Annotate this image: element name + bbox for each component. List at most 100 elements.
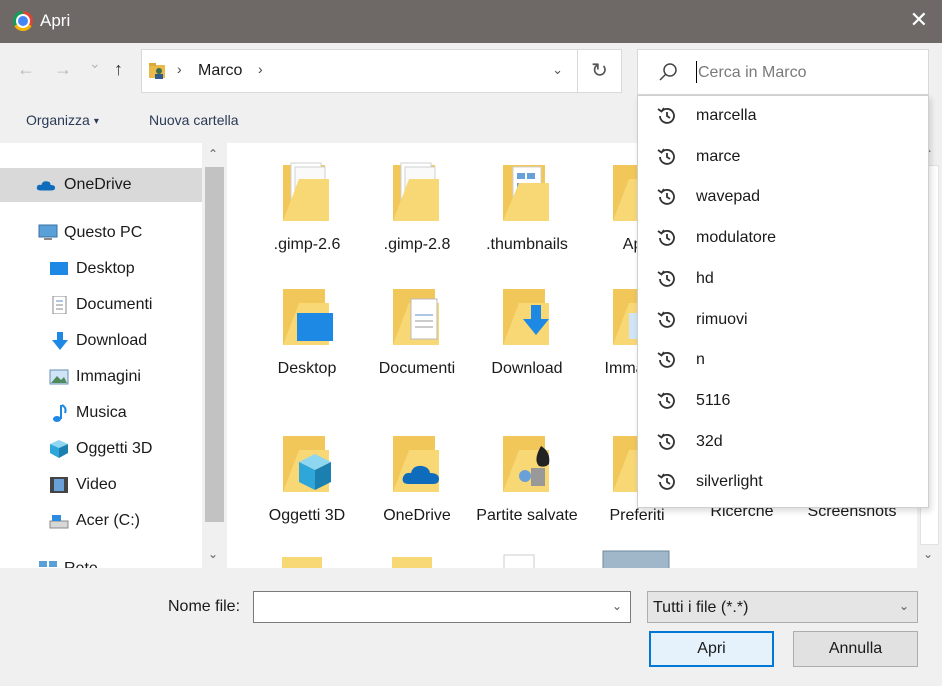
file-icon — [503, 554, 535, 568]
history-icon — [657, 351, 675, 368]
folder-saved-games[interactable]: Partite salvate — [472, 432, 582, 527]
folder-name: Download — [491, 360, 563, 377]
sidebar-item-label: Musica — [76, 404, 127, 421]
cancel-button[interactable]: Annulla — [793, 631, 918, 667]
folder-name: Oggetti 3D — [268, 507, 346, 524]
saved-games-folder-icon — [503, 436, 550, 492]
user-folder-icon — [149, 63, 165, 79]
sidebar-item-this-pc[interactable]: Questo PC — [0, 216, 202, 250]
sidebar-item-onedrive[interactable]: OneDrive — [0, 168, 202, 202]
close-icon[interactable]: ✕ — [910, 8, 928, 32]
folder-with-documents-icon — [393, 162, 439, 221]
scroll-down-icon[interactable]: ⌄ — [208, 547, 218, 561]
documents-icon — [52, 296, 67, 314]
sidebar-item-download[interactable]: Download — [0, 324, 202, 358]
scroll-up-icon[interactable]: ⌃ — [208, 147, 218, 161]
open-button[interactable]: Apri — [649, 631, 774, 667]
desktop-icon — [50, 262, 68, 275]
search-suggestion-item[interactable]: 5116 — [638, 381, 928, 421]
search-suggestions-dropdown: marcella marce wavepad modulatore hd rimuovi n… — [637, 95, 929, 508]
organize-menu-button[interactable]: Organizza ▾ — [26, 112, 99, 128]
history-icon — [657, 310, 675, 328]
sidebar-item-video[interactable]: Video — [0, 468, 202, 502]
file-type-select[interactable]: Tutti i file (*.*) ⌄ — [647, 591, 918, 623]
text-cursor — [696, 61, 697, 83]
recent-locations-icon[interactable]: ⌄ — [89, 55, 101, 72]
back-arrow-icon[interactable]: ← — [17, 59, 35, 80]
title-bar: Apri ✕ — [0, 0, 942, 43]
folder-download[interactable]: Download — [472, 285, 582, 380]
desktop-folder-icon — [283, 289, 333, 345]
sidebar-item-desktop[interactable]: Desktop — [0, 252, 202, 286]
folder-icon — [392, 557, 432, 568]
search-suggestion-item[interactable]: marce — [638, 137, 928, 177]
chevron-down-icon[interactable]: ⌄ — [612, 599, 622, 613]
file-dialog-footer: Nome file: ⌄ Tutti i file (*.*) ⌄ Apri A… — [0, 568, 942, 686]
suggestion-label: modulatore — [696, 229, 777, 247]
scrollbar-thumb[interactable] — [205, 167, 224, 522]
window-title: Apri — [40, 11, 71, 30]
history-icon — [657, 392, 675, 409]
sidebar-item-music[interactable]: Musica — [0, 396, 202, 430]
refresh-icon: ↻ — [591, 60, 608, 82]
search-suggestion-item[interactable]: n — [638, 340, 928, 380]
search-suggestion-item[interactable]: 32d — [638, 422, 928, 462]
sidebar-item-network[interactable]: Rete — [0, 552, 202, 568]
history-icon — [657, 148, 675, 165]
sidebar-item-label: Questo PC — [64, 224, 143, 241]
forward-arrow-icon[interactable]: → — [54, 59, 72, 80]
notepad-file-icon — [602, 550, 670, 568]
breadcrumb-separator[interactable]: › — [177, 61, 182, 77]
breadcrumb-separator[interactable]: › — [258, 61, 263, 77]
scroll-down-icon[interactable]: ⌄ — [923, 547, 933, 561]
sidebar-item-pictures[interactable]: Immagini — [0, 360, 202, 394]
folder-onedrive[interactable]: OneDrive — [362, 432, 472, 527]
folder-name: .gimp-2.8 — [383, 236, 451, 253]
downloads-folder-icon — [503, 289, 549, 345]
up-arrow-icon[interactable]: ↑ — [114, 59, 123, 80]
folder-icon — [282, 557, 322, 568]
search-suggestion-item[interactable]: wavepad — [638, 177, 928, 217]
new-folder-button[interactable]: Nuova cartella — [149, 112, 239, 128]
suggestion-label: marcella — [696, 107, 757, 124]
chrome-logo-icon — [13, 11, 33, 31]
address-bar[interactable]: › Marco › ⌄ — [141, 49, 578, 93]
breadcrumb-marco[interactable]: Marco — [198, 62, 242, 80]
refresh-button[interactable]: ↻ — [578, 49, 622, 93]
search-suggestion-item[interactable]: silverlight — [638, 462, 928, 502]
address-dropdown-icon[interactable]: ⌄ — [552, 62, 563, 78]
folder-gimp-2-8[interactable]: .gimp-2.8 — [362, 161, 472, 256]
music-note-icon — [53, 404, 67, 422]
folder-thumbnails[interactable]: .thumbnails — [472, 161, 582, 256]
search-suggestion-item[interactable]: marcella — [638, 96, 928, 136]
sidebar-item-3d-objects[interactable]: Oggetti 3D — [0, 432, 202, 466]
history-icon — [657, 270, 675, 287]
documents-folder-icon — [393, 289, 439, 345]
history-icon — [657, 188, 675, 206]
folder-3d-objects[interactable]: Oggetti 3D — [252, 432, 362, 527]
cube-3d-icon — [50, 440, 68, 458]
search-input[interactable]: Cerca in Marco — [637, 49, 929, 95]
sidebar-item-label: OneDrive — [64, 176, 132, 193]
drive-icon — [49, 515, 69, 529]
search-suggestion-item[interactable]: rimuovi — [638, 300, 928, 340]
suggestion-label: 5116 — [696, 391, 731, 409]
folder-desktop[interactable]: Desktop — [252, 285, 362, 380]
dropdown-arrow-icon: ▾ — [93, 116, 99, 127]
sidebar-item-acer-c[interactable]: Acer (C:) — [0, 504, 202, 538]
filename-field[interactable]: ⌄ — [253, 591, 631, 623]
3d-objects-folder-icon — [283, 436, 331, 492]
folder-documents[interactable]: Documenti — [362, 285, 472, 380]
search-suggestion-item[interactable]: hd — [638, 259, 928, 299]
search-suggestion-item[interactable]: modulatore — [638, 218, 928, 258]
folder-gimp-2-6[interactable]: .gimp-2.6 — [252, 161, 362, 256]
sidebar-item-documents[interactable]: Documenti — [0, 288, 202, 322]
suggestion-label: marce — [696, 147, 741, 165]
folder-name: Partite salvate — [476, 507, 578, 524]
suggestion-label: wavepad — [696, 188, 761, 206]
sidebar-item-label: Immagini — [76, 368, 141, 385]
suggestion-label: rimuovi — [696, 310, 748, 328]
sidebar-scrollbar[interactable]: ⌃ ⌄ — [202, 143, 227, 568]
sidebar-item-label: Download — [76, 332, 148, 349]
onedrive-folder-icon — [393, 436, 439, 492]
